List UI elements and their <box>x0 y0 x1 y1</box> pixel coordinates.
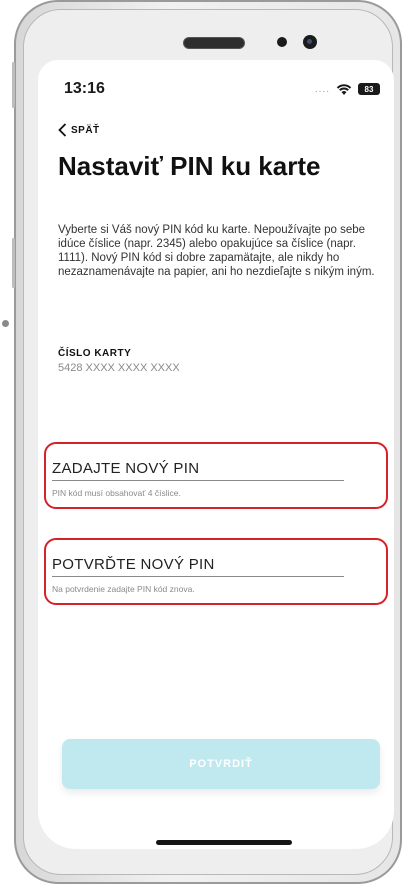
confirm-pin-field: Na potvrdenie zadajte PIN kód znova. <box>44 538 388 605</box>
confirm-button[interactable]: POTVRDIŤ <box>62 739 380 789</box>
app-screen: 13:16 .... 83 SPÄŤ Nastaviť PIN ku karte… <box>38 60 394 849</box>
front-sensor <box>277 37 287 47</box>
card-number-label: ČÍSLO KARTY <box>58 348 132 359</box>
status-time: 13:16 <box>64 80 105 97</box>
back-label: SPÄŤ <box>71 124 100 136</box>
battery-icon: 83 <box>358 83 380 95</box>
new-pin-hint: PIN kód musí obsahovať 4 číslice. <box>52 488 181 498</box>
stage: 13:16 .... 83 SPÄŤ Nastaviť PIN ku karte… <box>0 0 402 885</box>
side-button-power <box>12 238 15 288</box>
front-camera <box>303 35 317 49</box>
new-pin-field: PIN kód musí obsahovať 4 číslice. <box>44 442 388 509</box>
back-button[interactable]: SPÄŤ <box>58 123 100 137</box>
home-indicator[interactable] <box>156 840 292 845</box>
status-icons: .... 83 <box>315 82 380 96</box>
chevron-left-icon <box>58 123 67 137</box>
confirm-pin-hint: Na potvrdenie zadajte PIN kód znova. <box>52 584 195 594</box>
confirm-pin-input[interactable] <box>52 552 344 577</box>
frame-dot <box>2 320 9 327</box>
signal-indicator: .... <box>314 83 330 95</box>
wifi-icon <box>336 84 352 95</box>
page-title: Nastaviť PIN ku karte <box>58 151 321 181</box>
new-pin-input[interactable] <box>52 456 344 481</box>
earpiece-speaker <box>183 37 245 49</box>
page-description: Vyberte si Váš nový PIN kód ku karte. Ne… <box>58 224 375 278</box>
card-number-value: 5428 XXXX XXXX XXXX <box>58 362 180 374</box>
side-button-volume <box>12 62 15 108</box>
